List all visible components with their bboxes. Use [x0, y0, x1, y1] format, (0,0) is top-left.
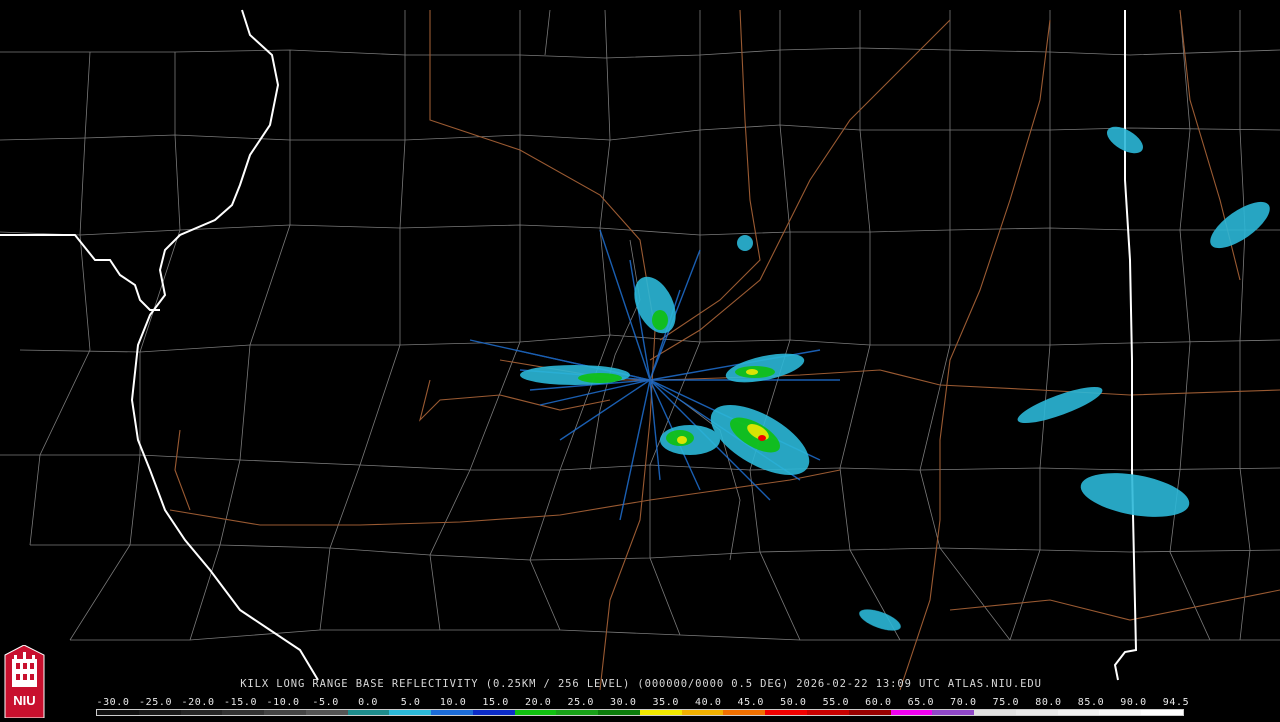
colorbar-tick-label: 40.0 — [695, 697, 722, 708]
colorbar-tick-label: -25.0 — [138, 697, 173, 708]
colorbar-segment — [598, 710, 640, 715]
interstate-highways — [169, 9, 1280, 691]
colorbar-tick-label: 85.0 — [1077, 697, 1105, 708]
colorbar-segment — [97, 710, 139, 715]
colorbar-tick-label: -30.0 — [96, 697, 130, 708]
colorbar-tick-label: -10.0 — [266, 697, 300, 708]
colorbar-segment — [723, 710, 766, 715]
radar-map — [0, 9, 1280, 691]
colorbar-tick-label: -5.0 — [312, 697, 339, 708]
colorbar-segment — [264, 710, 306, 715]
colorbar-segment — [472, 710, 515, 715]
county-boundaries — [0, 9, 1280, 641]
colorbar-segment — [347, 710, 390, 715]
colorbar-segment — [180, 710, 223, 715]
colorbar-tick-label: 30.0 — [609, 697, 637, 708]
reflectivity-colorbar — [96, 709, 1184, 716]
colorbar-segment — [765, 710, 808, 715]
colorbar-tick-labels: -30.0 -25.0 -20.0 -15.0 -10.0 -5.0 0.0 5.0 10.0 1… — [0, 697, 1280, 709]
colorbar-segment — [1015, 710, 1058, 715]
colorbar-tick-label: 5.0 — [400, 697, 421, 708]
colorbar-segment — [848, 710, 891, 715]
colorbar-tick-label: 35.0 — [652, 697, 679, 708]
colorbar-segment — [431, 710, 473, 715]
colorbar-segment — [222, 710, 265, 715]
colorbar-segment — [807, 710, 849, 715]
colorbar-segment — [1141, 710, 1183, 715]
colorbar-tick-label: 15.0 — [482, 697, 509, 708]
colorbar-segment — [514, 710, 557, 715]
colorbar-tick-label: 65.0 — [907, 697, 935, 708]
colorbar-tick-label: 90.0 — [1120, 697, 1147, 708]
colorbar-segment — [138, 710, 181, 715]
product-caption: KILX LONG RANGE BASE REFLECTIVITY (0.25K… — [0, 678, 1280, 690]
colorbar-segment — [890, 710, 933, 715]
colorbar-segment — [1099, 710, 1142, 715]
colorbar-tick-label: 50.0 — [780, 697, 807, 708]
colorbar-tick-label: 75.0 — [992, 697, 1020, 708]
colorbar-tick-label: 0.0 — [358, 697, 379, 708]
colorbar-tick-label: 25.0 — [567, 697, 594, 708]
colorbar-segment — [1057, 710, 1100, 715]
colorbar-tick-label: 20.0 — [524, 697, 552, 708]
colorbar-segment — [639, 710, 682, 715]
colorbar-tick-label: 45.0 — [737, 697, 765, 708]
colorbar-segment — [305, 710, 348, 715]
colorbar-tick-label: 80.0 — [1035, 697, 1062, 708]
caption-text: KILX LONG RANGE BASE REFLECTIVITY (0.25K… — [240, 678, 1042, 690]
colorbar-segment — [389, 710, 432, 715]
colorbar-tick-label: 94.5 — [1162, 697, 1190, 708]
colorbar-segment — [974, 710, 1016, 715]
colorbar-tick-label: 55.0 — [822, 697, 850, 708]
colorbar-tick-label: 60.0 — [865, 697, 892, 708]
colorbar-segment — [932, 710, 975, 715]
colorbar-segment — [556, 710, 599, 715]
reflectivity-echoes — [469, 126, 1270, 631]
colorbar-tick-label: -20.0 — [181, 697, 215, 708]
colorbar-tick-label: 10.0 — [439, 697, 467, 708]
colorbar-tick-label: -15.0 — [223, 697, 258, 708]
colorbar-segment — [681, 710, 724, 715]
colorbar-tick-label: 70.0 — [950, 697, 977, 708]
